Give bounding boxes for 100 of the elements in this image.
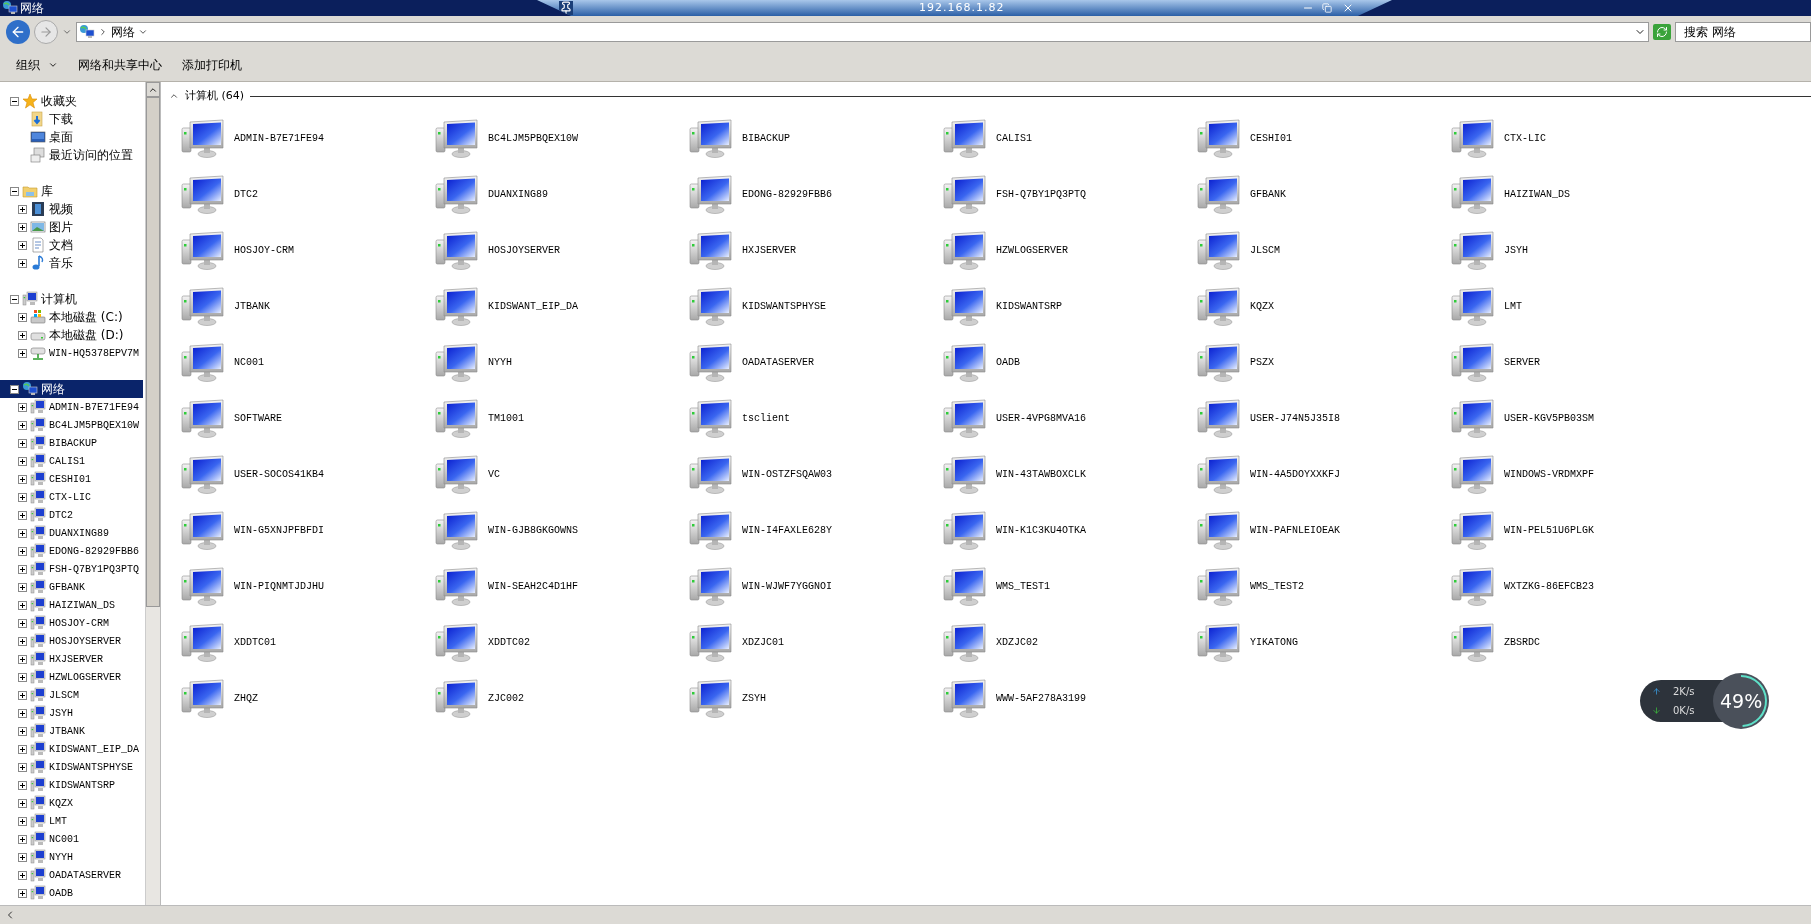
tree-item[interactable]: 收藏夹: [41, 92, 77, 110]
tree-item[interactable]: CESHI01: [49, 471, 91, 487]
tree-item[interactable]: HOSJOYSERVER: [49, 633, 121, 649]
computer-item[interactable]: DUANXING89: [435, 166, 689, 223]
expand-icon[interactable]: [18, 600, 27, 610]
collapse-icon[interactable]: [10, 186, 19, 196]
computer-item[interactable]: SOFTWARE: [181, 390, 435, 447]
computer-item[interactable]: LMT: [1451, 278, 1705, 335]
computer-item[interactable]: KIDSWANTSPHYSE: [689, 278, 943, 335]
computer-item[interactable]: FSH-Q7BY1PQ3PTQ: [943, 166, 1197, 223]
expand-icon[interactable]: [18, 744, 27, 754]
tree-item[interactable]: JSYH: [49, 705, 73, 721]
tree-item[interactable]: 音乐: [49, 254, 73, 272]
tree-item[interactable]: HXJSERVER: [49, 651, 103, 667]
tree-item[interactable]: KQZX: [49, 795, 73, 811]
tree-item[interactable]: 库: [41, 182, 53, 200]
close-icon[interactable]: [1342, 2, 1354, 14]
tree-item[interactable]: EDONG-82929FBB6: [49, 543, 139, 559]
computer-item[interactable]: ZHQZ: [181, 670, 435, 727]
expand-icon[interactable]: [18, 420, 27, 430]
computer-item[interactable]: XDZJC02: [943, 614, 1197, 671]
expand-icon[interactable]: [18, 564, 27, 574]
computer-item[interactable]: USER-SOCOS41KB4: [181, 446, 435, 503]
expand-icon[interactable]: [18, 852, 27, 862]
computer-item[interactable]: BIBACKUP: [689, 110, 943, 167]
expand-icon[interactable]: [18, 240, 27, 250]
expand-icon[interactable]: [18, 780, 27, 790]
computer-item[interactable]: USER-J74N5J35I8: [1197, 390, 1451, 447]
computer-item[interactable]: WXTZKG-86EFCB23: [1451, 558, 1705, 615]
tree-item[interactable]: DUANXING89: [49, 525, 109, 541]
computer-item[interactable]: XDDTC01: [181, 614, 435, 671]
tree-item[interactable]: 图片: [49, 218, 73, 236]
expand-icon[interactable]: [18, 528, 27, 538]
computer-item[interactable]: GFBANK: [1197, 166, 1451, 223]
expand-icon[interactable]: [18, 618, 27, 628]
tree-item[interactable]: 计算机: [41, 290, 77, 308]
computer-item[interactable]: EDONG-82929FBB6: [689, 166, 943, 223]
tree-item[interactable]: 下载: [49, 110, 73, 128]
computer-item[interactable]: JSYH: [1451, 222, 1705, 279]
expand-icon[interactable]: [18, 708, 27, 718]
computer-item[interactable]: XDZJC01: [689, 614, 943, 671]
computer-item[interactable]: WMS_TEST2: [1197, 558, 1451, 615]
restore-icon[interactable]: [1322, 3, 1332, 13]
expand-icon[interactable]: [18, 762, 27, 772]
history-dropdown-icon[interactable]: [62, 27, 72, 37]
refresh-button[interactable]: [1653, 24, 1671, 40]
collapse-icon[interactable]: [10, 384, 19, 394]
computer-item[interactable]: VC: [435, 446, 689, 503]
collapse-icon[interactable]: [10, 96, 19, 106]
breadcrumb-dropdown-icon[interactable]: [138, 27, 148, 37]
tree-item[interactable]: 网络: [41, 380, 65, 398]
tree-item[interactable]: CALIS1: [49, 453, 85, 469]
computer-item[interactable]: HAIZIWAN_DS: [1451, 166, 1705, 223]
computer-item[interactable]: ZSYH: [689, 670, 943, 727]
computer-item[interactable]: DTC2: [181, 166, 435, 223]
computer-item[interactable]: WWW-5AF278A3199: [943, 670, 1197, 727]
computer-item[interactable]: WIN-WJWF7YGGNOI: [689, 558, 943, 615]
toolbar-button[interactable]: 网络和共享中心: [70, 52, 170, 77]
pin-icon[interactable]: [559, 1, 573, 15]
expand-icon[interactable]: [18, 672, 27, 682]
toolbar-menu[interactable]: 组织: [8, 52, 66, 77]
expand-icon[interactable]: [18, 456, 27, 466]
back-button[interactable]: [6, 20, 30, 44]
expand-icon[interactable]: [18, 690, 27, 700]
computer-item[interactable]: NYYH: [435, 334, 689, 391]
expand-icon[interactable]: [18, 474, 27, 484]
expand-icon[interactable]: [18, 402, 27, 412]
breadcrumb-item[interactable]: 网络: [111, 23, 135, 41]
computer-item[interactable]: OADB: [943, 334, 1197, 391]
expand-icon[interactable]: [18, 870, 27, 880]
computer-item[interactable]: WIN-G5XNJPFBFDI: [181, 502, 435, 559]
computer-item[interactable]: WIN-SEAH2C4D1HF: [435, 558, 689, 615]
computer-item[interactable]: HOSJOYSERVER: [435, 222, 689, 279]
computer-item[interactable]: HZWLOGSERVER: [943, 222, 1197, 279]
expand-icon[interactable]: [18, 798, 27, 808]
computer-item[interactable]: WIN-PEL51U6PLGK: [1451, 502, 1705, 559]
expand-icon[interactable]: [18, 492, 27, 502]
tree-item[interactable]: ADMIN-B7E71FE94: [49, 399, 139, 415]
tree-item[interactable]: JLSCM: [49, 687, 79, 703]
tree-item[interactable]: NYYH: [49, 849, 73, 865]
computer-item[interactable]: CTX-LIC: [1451, 110, 1705, 167]
tree-item[interactable]: HOSJOY-CRM: [49, 615, 109, 631]
computer-item[interactable]: NC001: [181, 334, 435, 391]
tree-item[interactable]: 视频: [49, 200, 73, 218]
tree-item[interactable]: BC4LJM5PBQEX10W: [49, 417, 139, 433]
computer-item[interactable]: OADATASERVER: [689, 334, 943, 391]
computer-item[interactable]: WMS_TEST1: [943, 558, 1197, 615]
tree-item[interactable]: WIN-HQ5378EPV7M: [49, 345, 139, 361]
expand-icon[interactable]: [18, 204, 27, 214]
computer-item[interactable]: HOSJOY-CRM: [181, 222, 435, 279]
tree-item[interactable]: OADB: [49, 885, 73, 901]
computer-item[interactable]: WIN-OSTZFSQAW03: [689, 446, 943, 503]
sidebar-scrollbar[interactable]: [145, 82, 160, 905]
tree-item[interactable]: 本地磁盘 (D:): [49, 326, 124, 344]
expand-icon[interactable]: [18, 438, 27, 448]
computer-item[interactable]: KIDSWANTSRP: [943, 278, 1197, 335]
collapse-icon[interactable]: [10, 294, 19, 304]
tree-item[interactable]: 桌面: [49, 128, 73, 146]
tree-item[interactable]: LMT: [49, 813, 67, 829]
scroll-up-button[interactable]: [146, 82, 160, 97]
